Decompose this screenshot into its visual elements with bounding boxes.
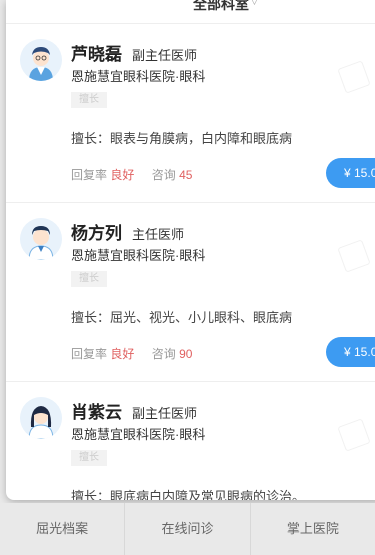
watermark bbox=[337, 239, 371, 273]
doctor-card[interactable]: 杨方列 主任医师 恩施慧宜眼科医院·眼科 擅长 擅长：屈光、视光、小儿眼科、眼底… bbox=[6, 203, 375, 382]
doctor-name: 肖紫云 bbox=[71, 403, 122, 422]
doctor-stats: 回复率 良好 咨询 45 bbox=[71, 166, 192, 183]
bottom-nav: 屈光档案 在线问诊 掌上医院 bbox=[0, 503, 375, 555]
consult-count: 45 bbox=[179, 168, 193, 182]
doctor-hospital: 恩施慧宜眼科医院·眼科 bbox=[71, 427, 206, 442]
doctor-avatar bbox=[20, 39, 62, 81]
consult-label: 咨询 bbox=[151, 347, 176, 361]
consult-count: 90 bbox=[179, 347, 193, 361]
doctor-avatar bbox=[20, 218, 62, 260]
reply-rate-value: 良好 bbox=[110, 347, 135, 361]
doctor-tag: 擅长 bbox=[71, 271, 107, 287]
doctor-skill: 擅长：眼表与角膜病，白内障和眼底病 bbox=[71, 131, 293, 146]
department-filter-label[interactable]: 全部科室 bbox=[193, 0, 249, 14]
chevron-down-icon[interactable]: ▽ bbox=[251, 0, 258, 7]
consult-price-button[interactable]: ¥ 15.00 bbox=[326, 158, 375, 188]
doctor-card[interactable]: 肖紫云 副主任医师 恩施慧宜眼科医院·眼科 擅长 擅长：眼底病白内障及常见眼病的… bbox=[6, 382, 375, 500]
doctor-card[interactable]: 芦晓磊 副主任医师 恩施慧宜眼科医院·眼科 擅长 擅长：眼表与角膜病，白内障和眼… bbox=[6, 24, 375, 203]
doctor-hospital: 恩施慧宜眼科医院·眼科 bbox=[71, 69, 206, 84]
doctor-skill: 擅长：眼底病白内障及常见眼病的诊治。 bbox=[71, 489, 306, 500]
watermark bbox=[337, 418, 371, 452]
department-filter[interactable]: 全部科室 ▽ bbox=[6, 0, 375, 24]
doctor-title: 副主任医师 bbox=[132, 48, 198, 63]
doctor-skill: 擅长：屈光、视光、小儿眼科、眼底病 bbox=[71, 310, 293, 325]
doctor-name: 杨方列 bbox=[71, 224, 122, 243]
doctor-hospital: 恩施慧宜眼科医院·眼科 bbox=[71, 248, 206, 263]
nav-refraction-records[interactable]: 屈光档案 bbox=[0, 503, 126, 555]
doctor-title: 副主任医师 bbox=[132, 406, 198, 421]
doctor-title: 主任医师 bbox=[132, 227, 185, 242]
watermark bbox=[337, 60, 371, 94]
consult-price-button[interactable]: ¥ 15.00 bbox=[326, 337, 375, 367]
reply-rate-label: 回复率 bbox=[71, 168, 108, 182]
doctor-name: 芦晓磊 bbox=[71, 45, 122, 64]
doctor-list-sheet: 全部科室 ▽ 芦晓磊 副主任医师 恩施慧宜眼科医院·眼科 擅长 擅长：眼表与角膜… bbox=[6, 0, 375, 500]
doctor-tag: 擅长 bbox=[71, 92, 107, 108]
doctor-stats: 回复率 良好 咨询 90 bbox=[71, 345, 192, 362]
reply-rate-label: 回复率 bbox=[71, 347, 108, 361]
doctor-tag: 擅长 bbox=[71, 450, 107, 466]
reply-rate-value: 良好 bbox=[110, 168, 135, 182]
nav-online-consult[interactable]: 在线问诊 bbox=[125, 503, 251, 555]
consult-label: 咨询 bbox=[151, 168, 176, 182]
nav-mobile-hospital[interactable]: 掌上医院 bbox=[251, 503, 375, 555]
doctor-avatar bbox=[20, 397, 62, 439]
